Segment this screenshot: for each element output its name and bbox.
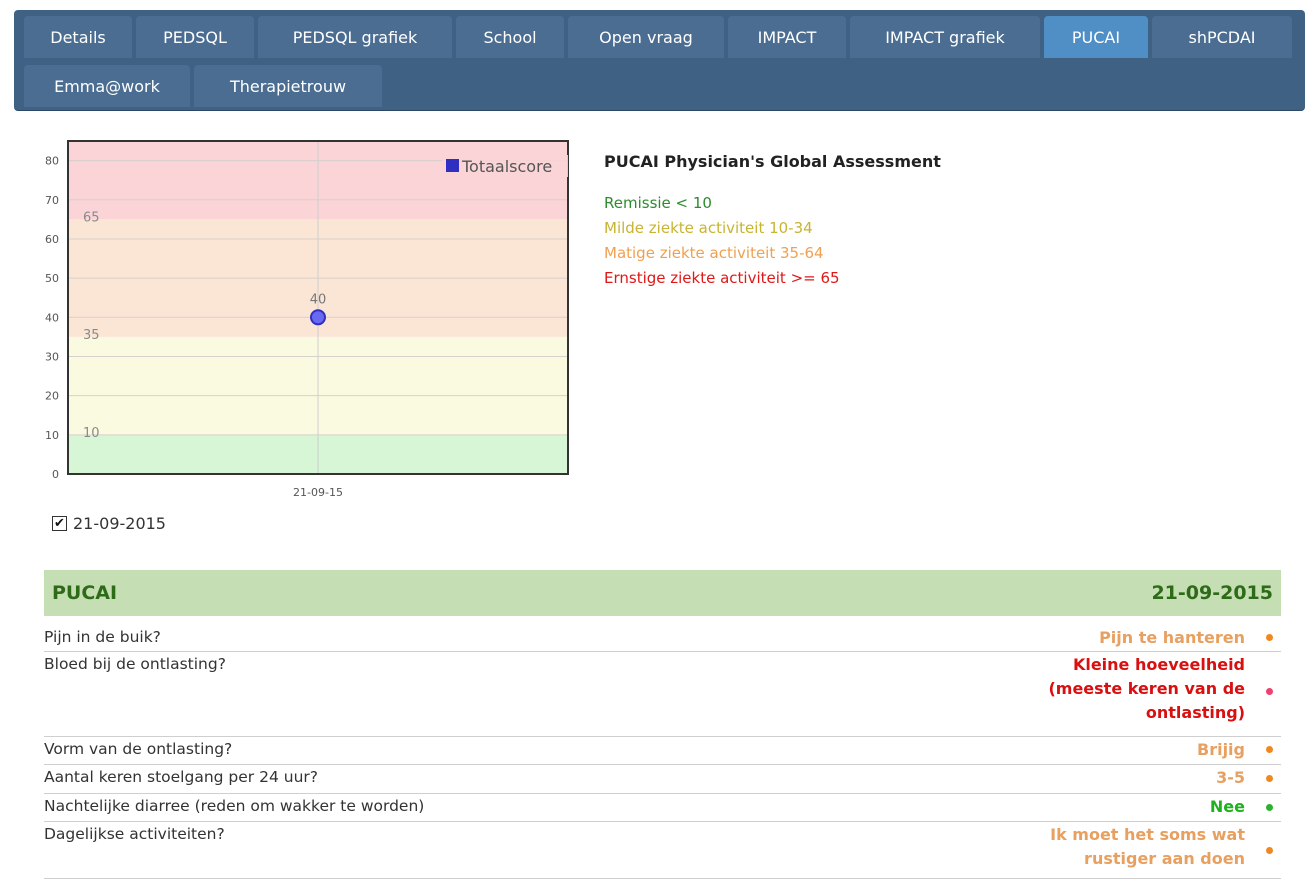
- question-row: Bloed bij de ontlasting? Kleine hoeveelh…: [44, 652, 1281, 737]
- pucai-title: PUCAI: [52, 582, 118, 604]
- tab-details[interactable]: Details: [24, 16, 132, 58]
- question-row: Vorm van de ontlasting? Brijig: [44, 737, 1281, 765]
- status-dot-icon: [1266, 634, 1273, 641]
- date-filter: ✔ 21-09-2015: [52, 514, 166, 533]
- y-tick-label: 70: [45, 194, 59, 207]
- tab-pedsql-grafiek[interactable]: PEDSQL grafiek: [258, 16, 452, 58]
- question-text: Vorm van de ontlasting?: [44, 740, 233, 758]
- pga-milde: Milde ziekte activiteit 10-34: [604, 219, 813, 237]
- tab-therapietrouw[interactable]: Therapietrouw: [194, 65, 382, 107]
- status-dot-icon: [1266, 804, 1273, 811]
- pga-title: PUCAI Physician's Global Assessment: [604, 152, 941, 171]
- y-tick-label: 30: [45, 350, 59, 363]
- answer-text: Brijig: [1197, 740, 1245, 759]
- question-row: Aantal keren stoelgang per 24 uur? 3-5: [44, 765, 1281, 794]
- pucai-chart-svg: 0 10 20 30 40 50 60 70 80 21-09-15 10 35 65 40 Totaals…: [45, 140, 569, 499]
- tab-pedsql[interactable]: PEDSQL: [136, 16, 254, 58]
- y-tick-label: 40: [45, 311, 59, 324]
- data-point: [310, 309, 326, 326]
- answer-text: Nee: [1209, 797, 1245, 816]
- answer-text: Kleine hoeveelheid (meeste keren van de …: [1048, 655, 1245, 722]
- legend-label: Totaalscore: [461, 157, 552, 176]
- pga-ernstige: Ernstige ziekte activiteit >= 65: [604, 269, 840, 287]
- question-text: Bloed bij de ontlasting?: [44, 655, 226, 673]
- x-tick-label: 21-09-15: [293, 486, 343, 499]
- status-dot-icon: [1266, 746, 1273, 753]
- question-text: Dagelijkse activiteiten?: [44, 825, 225, 843]
- status-dot-icon: [1266, 775, 1273, 782]
- y-tick-label: 80: [45, 155, 59, 168]
- date-checkbox-label: 21-09-2015: [73, 514, 166, 533]
- pucai-date: 21-09-2015: [1151, 582, 1273, 604]
- band-threshold-label: 35: [83, 328, 100, 343]
- tab-shpcdai[interactable]: shPCDAI: [1152, 16, 1292, 58]
- answer-text: 3-5: [1216, 768, 1245, 787]
- y-tick-label: 50: [45, 272, 59, 285]
- tab-emma-at-work[interactable]: Emma@work: [24, 65, 190, 107]
- tab-bar: Details PEDSQL PEDSQL grafiek School Ope…: [14, 10, 1305, 111]
- y-tick-label: 20: [45, 390, 59, 403]
- question-text: Pijn in de buik?: [44, 628, 161, 646]
- pucai-chart: 0 10 20 30 40 50 60 70 80 21-09-15 10 35 65 40 Totaals…: [28, 138, 588, 508]
- legend-swatch: [446, 159, 459, 172]
- y-tick-label: 60: [45, 233, 59, 246]
- status-dot-icon: [1266, 688, 1273, 695]
- answer-text: Pijn te hanteren: [1099, 628, 1245, 647]
- band-threshold-label: 10: [83, 426, 100, 441]
- tab-impact[interactable]: IMPACT: [728, 16, 846, 58]
- y-tick-label: 0: [52, 468, 59, 481]
- tab-impact-grafiek[interactable]: IMPACT grafiek: [850, 16, 1040, 58]
- pga-legend: PUCAI Physician's Global Assessment Remi…: [604, 152, 941, 291]
- tab-pucai[interactable]: PUCAI: [1044, 16, 1148, 58]
- question-row: Pijn in de buik? Pijn te hanteren: [44, 625, 1281, 652]
- data-label: 40: [310, 292, 327, 307]
- question-row: Dagelijkse activiteiten? Ik moet het som…: [44, 822, 1281, 879]
- question-row: Nachtelijke diarree (reden om wakker te …: [44, 794, 1281, 822]
- tab-open-vraag[interactable]: Open vraag: [568, 16, 724, 58]
- band-threshold-label: 65: [83, 210, 100, 225]
- question-text: Nachtelijke diarree (reden om wakker te …: [44, 797, 425, 815]
- pucai-header: PUCAI 21-09-2015: [44, 570, 1281, 616]
- date-checkbox[interactable]: ✔: [52, 516, 67, 531]
- pga-remissie: Remissie < 10: [604, 194, 712, 212]
- tab-school[interactable]: School: [456, 16, 564, 58]
- status-dot-icon: [1266, 847, 1273, 854]
- answer-text: Ik moet het soms wat rustiger aan doen: [1050, 825, 1245, 868]
- question-text: Aantal keren stoelgang per 24 uur?: [44, 768, 318, 786]
- pga-matige: Matige ziekte activiteit 35-64: [604, 244, 824, 262]
- y-tick-label: 10: [45, 429, 59, 442]
